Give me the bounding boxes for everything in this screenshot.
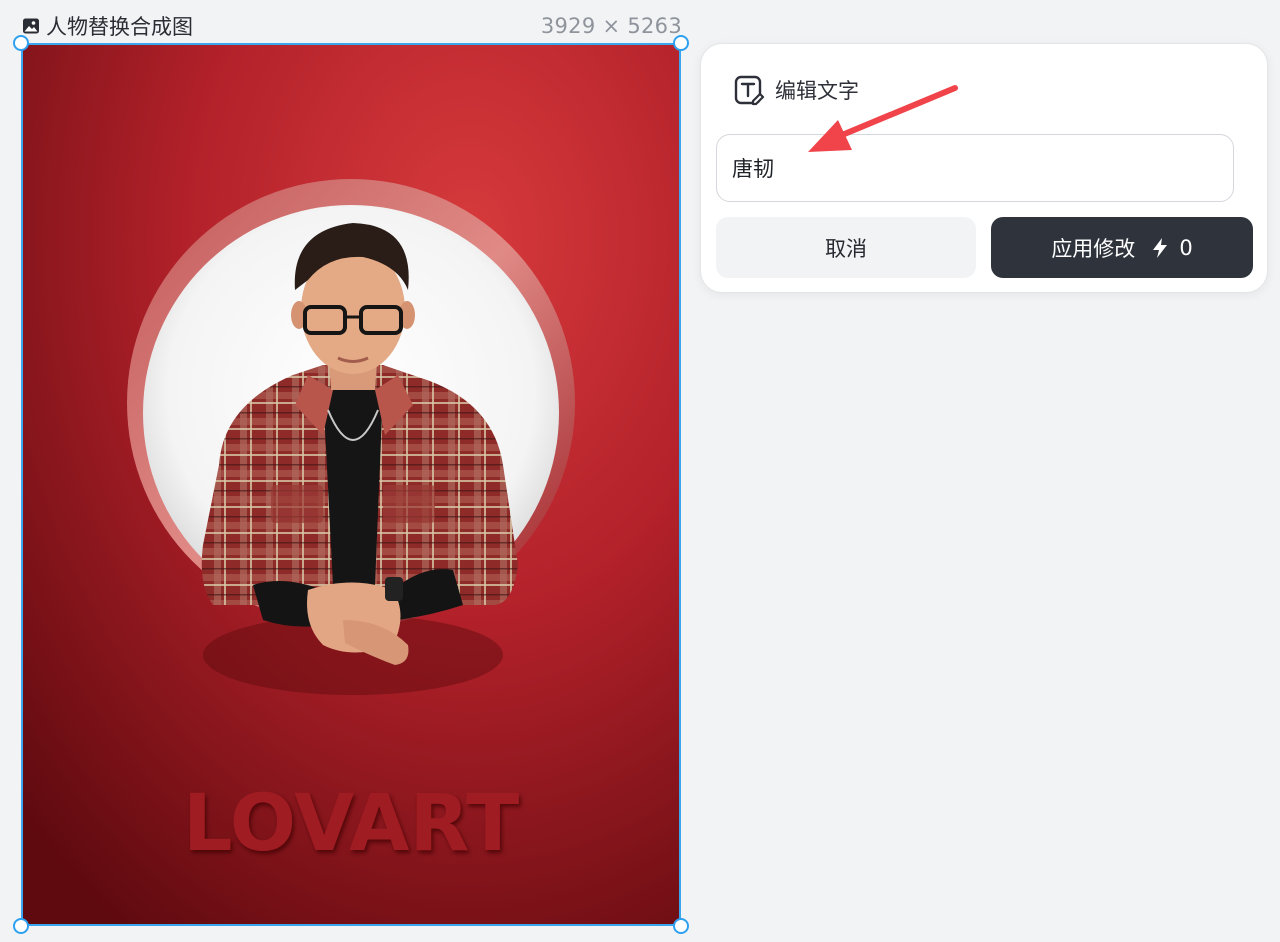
text-edit-icon <box>733 74 765 106</box>
resize-handle-bottom-left[interactable] <box>13 918 29 934</box>
image-frame[interactable]: LOVART <box>21 43 681 926</box>
panel-title: 编辑文字 <box>775 79 859 103</box>
cancel-label: 取消 <box>825 236 867 261</box>
credit-cost: 0 <box>1179 235 1193 260</box>
panel-header: 编辑文字 <box>733 74 859 106</box>
text-input[interactable] <box>716 134 1234 202</box>
frame-title-group[interactable]: 人物替换合成图 <box>22 11 193 41</box>
image-icon <box>22 17 40 35</box>
canvas: 人物替换合成图 3929 × 5263 LOVART 编辑文字 唐韧 取消 应用… <box>0 0 1280 942</box>
apply-changes-button[interactable]: 应用修改 0 <box>991 217 1253 278</box>
frame-title: 人物替换合成图 <box>46 15 193 39</box>
lightning-icon <box>1151 237 1169 259</box>
edit-text-panel: 编辑文字 取消 应用修改 0 <box>700 43 1268 293</box>
resize-handle-top-left[interactable] <box>13 35 29 51</box>
portrait-image: LOVART <box>23 45 679 924</box>
image-logo-text: LOVART <box>183 779 519 869</box>
cancel-button[interactable]: 取消 <box>716 217 976 278</box>
resize-handle-top-right[interactable] <box>673 35 689 51</box>
frame-header: 人物替换合成图 3929 × 5263 <box>22 12 682 40</box>
apply-label: 应用修改 <box>1051 236 1136 261</box>
resize-handle-bottom-right[interactable] <box>673 918 689 934</box>
frame-dimensions: 3929 × 5263 <box>540 14 682 38</box>
